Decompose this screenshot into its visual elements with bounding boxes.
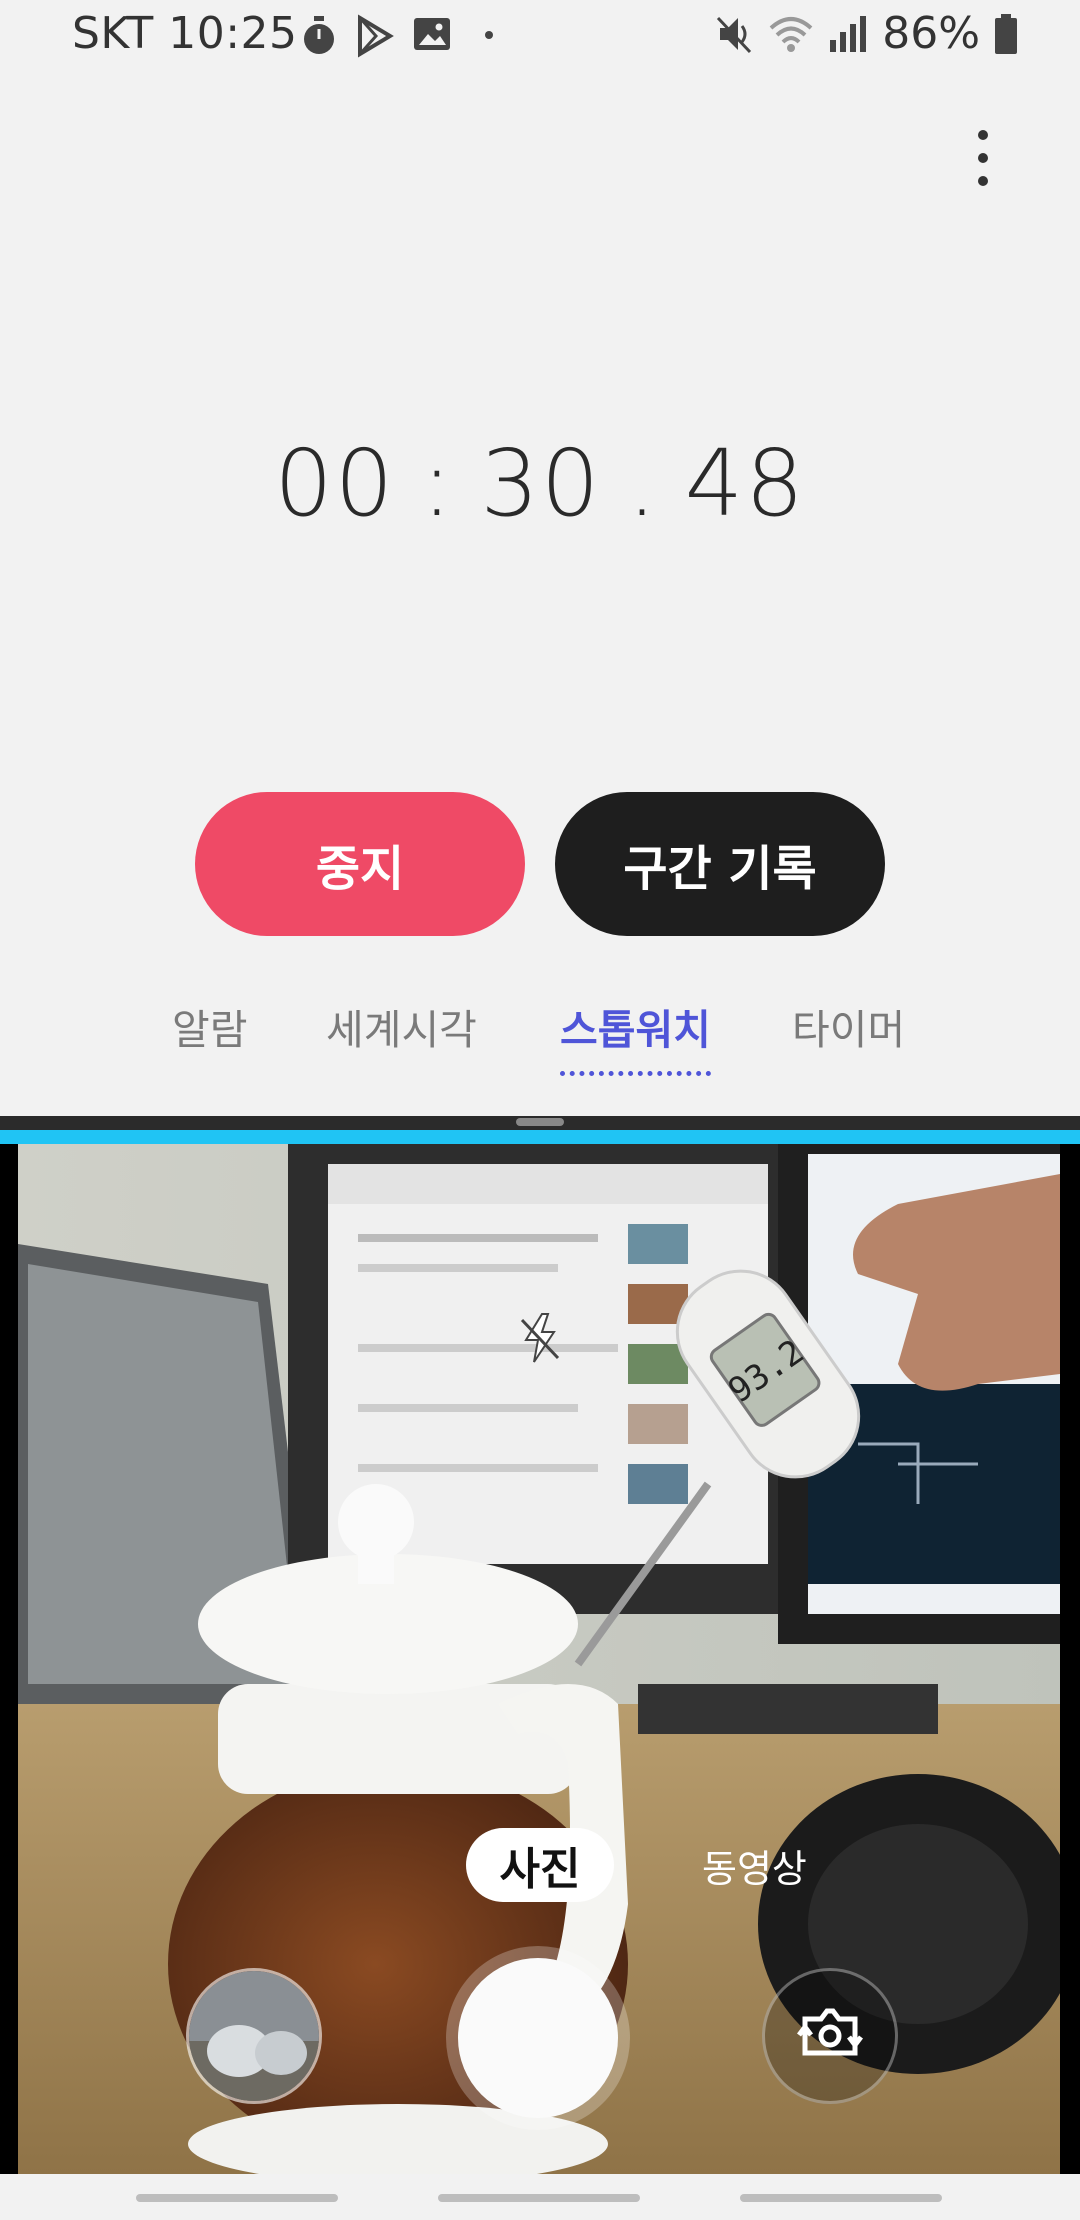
timer-separator-colon: :: [421, 430, 455, 537]
timer-hundredths: 48: [684, 430, 806, 537]
tab-stopwatch[interactable]: 스톱워치: [560, 996, 711, 1076]
battery-icon: [995, 13, 1017, 54]
clock-tabs: 알람 세계시각 스톱워치 타이머: [0, 996, 1080, 1076]
lap-button[interactable]: 구간 기록: [555, 792, 885, 936]
mute-icon: [717, 16, 752, 53]
battery-percent: 86%: [882, 8, 980, 59]
gallery-icon: [414, 18, 450, 50]
nav-recents[interactable]: [136, 2194, 338, 2202]
signal-icon: [830, 15, 867, 52]
carrier-time: SKT 10:25: [72, 8, 298, 59]
play-store-icon: [358, 14, 394, 58]
status-bar: SKT 10:25 86%: [0, 0, 1080, 72]
mode-video[interactable]: 동영상: [702, 1838, 807, 1893]
more-options-icon[interactable]: [960, 128, 1008, 188]
nav-home[interactable]: [438, 2194, 640, 2202]
stopwatch-icon: [304, 16, 334, 54]
stopwatch-display: 00:30. 48: [0, 430, 1080, 537]
flash-off-icon[interactable]: [518, 1312, 562, 1364]
tab-alarm[interactable]: 알람: [172, 996, 247, 1056]
shutter-button[interactable]: [458, 1958, 618, 2118]
stop-button[interactable]: 중지: [195, 792, 525, 936]
status-right: 86%: [714, 8, 1018, 59]
switch-camera-button[interactable]: [762, 1968, 898, 2104]
dot-icon: [485, 31, 493, 39]
tab-timer[interactable]: 타이머: [792, 996, 905, 1056]
navigation-bar: [0, 2174, 1080, 2220]
tab-world-clock[interactable]: 세계시각: [326, 996, 477, 1056]
mode-photo[interactable]: 사진: [466, 1828, 614, 1902]
timer-separator-dot: .: [627, 430, 659, 537]
nav-back[interactable]: [740, 2194, 942, 2202]
timer-minutes: 00: [274, 430, 396, 537]
timer-seconds: 30: [480, 430, 602, 537]
split-focus-bar: [0, 1130, 1080, 1144]
split-divider-handle[interactable]: [516, 1118, 564, 1126]
switch-camera-icon: [797, 2008, 863, 2056]
wifi-icon: [769, 16, 813, 52]
gallery-thumbnail[interactable]: [186, 1968, 322, 2104]
